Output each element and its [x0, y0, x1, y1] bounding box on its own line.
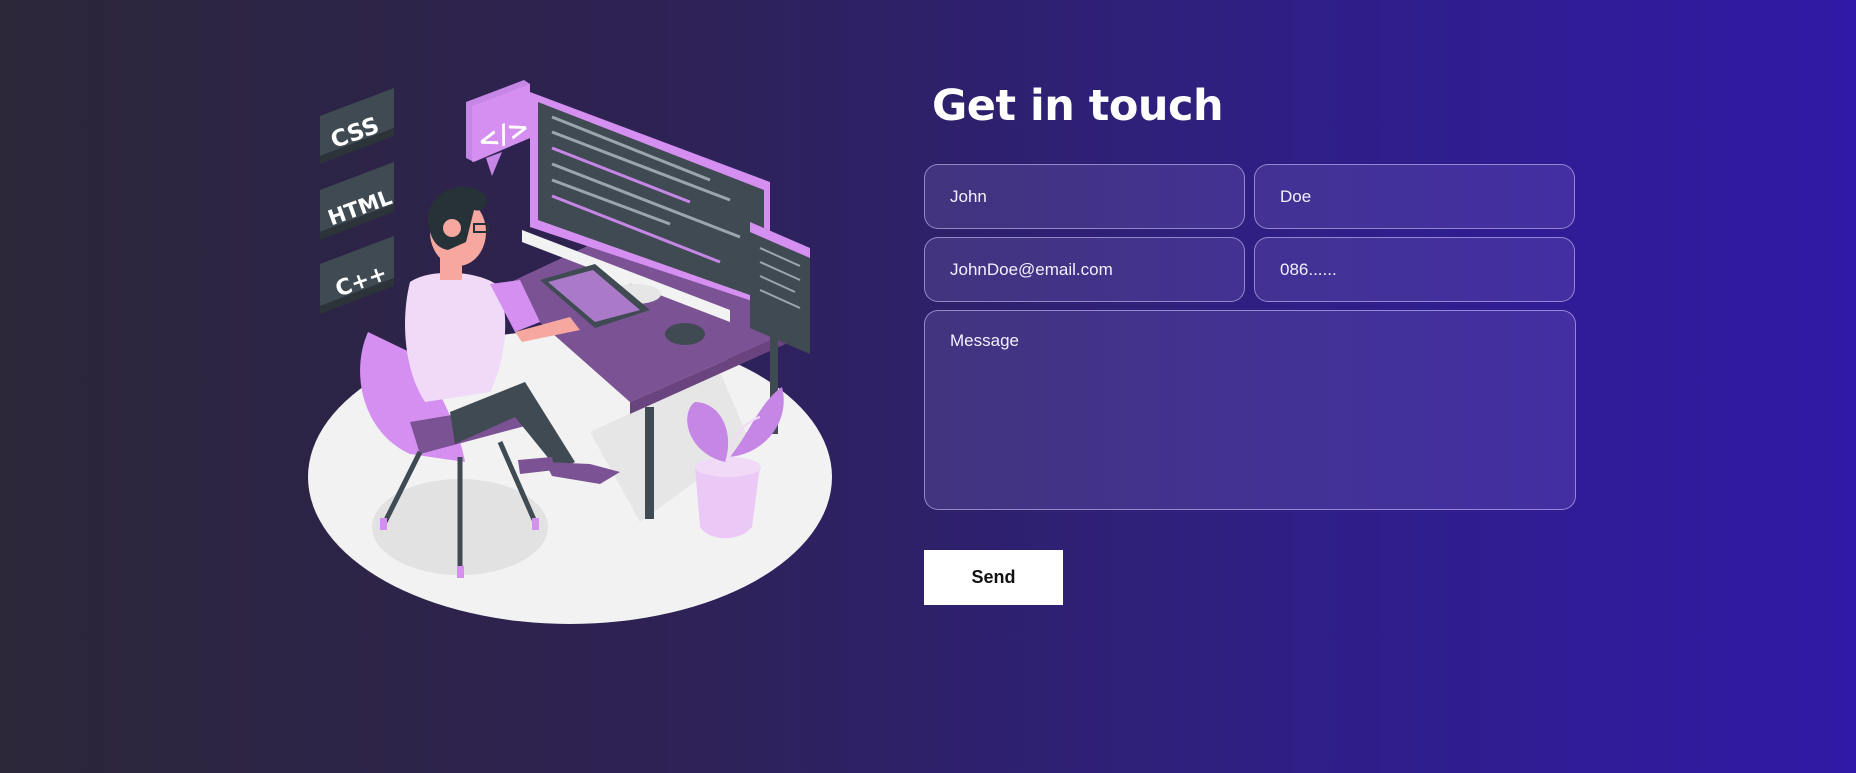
mouse-icon [665, 323, 705, 345]
html-tag-icon: HTML [320, 162, 395, 240]
contact-form: Get in touch Send [924, 78, 1576, 605]
last-name-field[interactable] [1254, 164, 1575, 229]
message-field[interactable] [924, 310, 1576, 510]
css-tag-icon: CSS [320, 88, 394, 164]
email-field[interactable] [924, 237, 1245, 302]
first-name-field[interactable] [924, 164, 1245, 229]
developer-illustration: CSS HTML C++ </> [290, 72, 850, 632]
name-row [924, 164, 1576, 229]
contact-row [924, 237, 1576, 302]
page-title: Get in touch [932, 81, 1224, 131]
cpp-tag-icon: C++ [320, 236, 394, 314]
developer-at-desk-illustration: CSS HTML C++ </> [308, 80, 832, 624]
send-button[interactable]: Send [924, 550, 1063, 605]
phone-field[interactable] [1254, 237, 1575, 302]
code-bubble-icon: </> [466, 80, 534, 176]
